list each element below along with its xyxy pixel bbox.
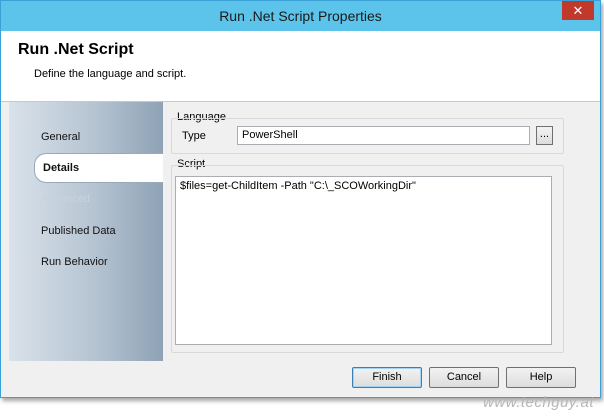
- dialog-window: Run .Net Script Properties ✕ Run .Net Sc…: [0, 0, 601, 398]
- close-icon: ✕: [572, 3, 584, 18]
- watermark: www.techguy.at: [483, 394, 594, 411]
- nav-item-details[interactable]: Details: [34, 153, 170, 183]
- details-content: Language Type PowerShell ... Script $fil…: [163, 102, 592, 361]
- window-title: Run .Net Script Properties: [219, 8, 382, 24]
- nav-item-general[interactable]: General: [41, 131, 80, 143]
- nav-item-run-behavior[interactable]: Run Behavior: [41, 256, 108, 268]
- dialog-header: Run .Net Script Define the language and …: [1, 31, 600, 102]
- close-button[interactable]: ✕: [562, 1, 594, 20]
- nav-item-advanced: Advanced: [41, 193, 90, 205]
- cancel-button[interactable]: Cancel: [429, 367, 499, 388]
- page-subtitle: Define the language and script.: [34, 68, 187, 80]
- browse-button[interactable]: ...: [536, 126, 553, 145]
- help-button[interactable]: Help: [506, 367, 576, 388]
- script-editor[interactable]: $files=get-ChildItem -Path "C:\_SCOWorki…: [175, 176, 552, 345]
- type-label: Type: [182, 130, 206, 142]
- navigation-panel: General Details Advanced Published Data …: [9, 102, 170, 361]
- page-title: Run .Net Script: [18, 41, 134, 58]
- nav-item-published-data[interactable]: Published Data: [41, 225, 116, 237]
- button-bar: Finish Cancel Help: [1, 361, 600, 397]
- title-bar[interactable]: Run .Net Script Properties ✕: [1, 1, 600, 31]
- finish-button[interactable]: Finish: [352, 367, 422, 388]
- type-field[interactable]: PowerShell: [237, 126, 530, 145]
